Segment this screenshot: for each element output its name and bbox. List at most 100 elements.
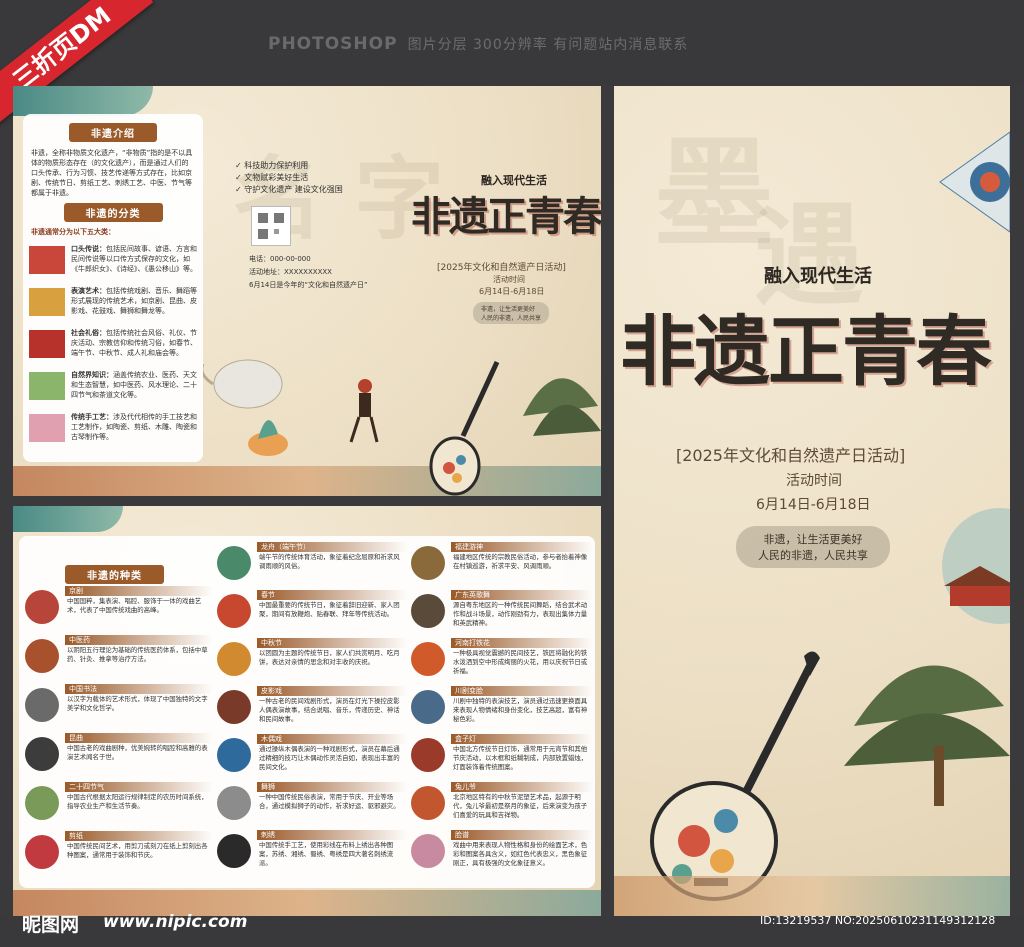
cover-time-label: 活动时间: [786, 473, 842, 489]
pine-tree-illustration: [844, 665, 1010, 806]
kind-text: 中国国粹，集表演、唱腔、服饰于一体的戏曲艺术，代表了中国传统戏曲的高峰。: [67, 597, 202, 614]
day-note: 6月14日是今年的“文化和自然遗产日”: [249, 281, 368, 289]
brochure-cover: 墨 遇 融入现代生活 非遗正青春 [2025年文化和自然遗产日活动] 活动时间 …: [614, 86, 1010, 916]
kind-text: 中国传统手工艺，使用彩线在布料上绣出各种图案，苏绣、湘绣、蜀绣、粤绣是四大著名刺…: [259, 841, 394, 867]
kind-thumbnail: [411, 594, 445, 628]
image-id: ID:13219537 NO:20250610231149312128: [760, 914, 996, 927]
brand-text: PHOTOSHOP: [268, 34, 398, 54]
kind-name: 川剧变脸: [451, 686, 593, 696]
motto-line-1: 非遗，让生活更美好: [763, 533, 863, 546]
kind-item: 剪纸 中国传统民间艺术，用剪刀或刻刀在纸上剪刻出各种图案，通常用于装饰和节庆。: [25, 831, 213, 880]
kind-name: 木偶戏: [257, 734, 407, 744]
kind-name: 皮影戏: [257, 686, 407, 696]
intro-heading: 非遗介绍: [69, 123, 157, 142]
site-logo: 昵图网: [22, 914, 80, 936]
kind-name: 河南打铁花: [451, 638, 593, 648]
category-name: 社会礼俗：: [71, 329, 106, 337]
brochure-panel-top: 名 字 非遗介绍 非遗，全称非物质文化遗产，“非物质”指的是不以具体的物质形态存…: [13, 86, 601, 496]
kind-text: 戏曲中用来表现人物性格和身份的绘面艺术，色彩和图案各具含义，如红色代表忠义，黑色…: [453, 841, 588, 867]
kind-text: 中国古老的戏曲剧种，优美婉转的唱腔和高雅的表演艺术闻名于世。: [67, 744, 208, 761]
kind-text: 以团圆为主题的传统节日，家人们共赏明月、吃月饼，表达对亲情的思念和对丰收的庆祝。: [259, 649, 400, 666]
kind-item: 二十四节气 中国古代根据太阳运行规律制定的农历时间系统，指导农业生产和生活节奏。: [25, 782, 213, 831]
kind-item: 春节 中国最重要的传统节日，象征着辞旧迎新、家人团聚，期间有放鞭炮、贴春联、拜年等…: [217, 590, 407, 638]
cover-title: 非遗正青春: [620, 307, 992, 396]
kinds-column-3: 福建游神 福建地区传统的宗教民俗活动，参与者抬着神像在村镇巡游，祈求平安、风调雨顺…: [411, 542, 593, 878]
motto-small: 非遗，让生活更美好 人民的非遗，人民共享: [473, 302, 550, 324]
category-heading: 非遗的分类: [63, 203, 163, 222]
kind-thumbnail: [25, 737, 59, 771]
cover-slogan: 融入现代生活: [764, 266, 872, 287]
kind-item: 广东英歌舞 源自粤东地区的一种传统民间舞蹈，结合武术动作和战斗场景，动作刚劲有力，…: [411, 590, 593, 638]
kind-name: 盒子灯: [451, 734, 593, 744]
kind-text: 福建地区传统的宗教民俗活动，参与者抬着神像在村镇巡游，祈求平安、风调雨顺。: [453, 553, 588, 570]
kind-item: 京剧 中国国粹，集表演、唱腔、服饰于一体的戏曲艺术，代表了中国传统戏曲的高峰。: [25, 586, 213, 635]
cover-motto: 非遗，让生活更美好 人民的非遗，人民共享: [736, 526, 890, 568]
kind-text: 一种古老的民间戏剧形式，演员在灯光下操控皮影人偶表演故事，结合说唱、音乐，传递历…: [259, 697, 400, 723]
category-name: 表演艺术：: [71, 287, 106, 295]
shadow-puppet-illustration: [349, 379, 379, 443]
category-item: 自然界知识：涵盖传统农业、医药、天文和生态智慧，如中医药、风水理论、二十四节气和…: [29, 370, 199, 412]
kind-name: 春节: [257, 590, 407, 600]
category-thumbnail: [29, 246, 65, 274]
category-list: 口头传说：包括民间故事、谚语、方言和民间传说等以口传方式保存的文化，如《牛郎织女…: [29, 244, 199, 454]
kind-name: 龙舟（端午节）: [257, 542, 407, 552]
kind-text: 中国古代根据太阳运行规律制定的农历时间系统，指导农业生产和生活节奏。: [67, 793, 208, 810]
kind-name: 昆曲: [65, 733, 213, 743]
category-name: 口头传说：: [71, 245, 106, 253]
kinds-column-1: 京剧 中国国粹，集表演、唱腔、服饰于一体的戏曲艺术，代表了中国传统戏曲的高峰。 中医…: [25, 586, 213, 880]
kind-text: 中国北方传统节日灯饰，通常用于元宵节和其他节庆活动，以木框和纸糊制成，内部放置蜡…: [453, 745, 588, 771]
time-label-small: 活动时间: [493, 275, 525, 284]
category-item: 传统手工艺：涉及代代相传的手工技艺和工艺制作，如陶瓷、剪纸、木雕、陶瓷和古琴制作…: [29, 412, 199, 454]
header-note: PHOTOSHOP 图片分层 300分辨率 有问题站内消息联系: [268, 34, 688, 54]
kind-item: 中秋节 以团圆为主题的传统节日，家人们共赏明月、吃月饼，表达对亲情的思念和对丰收的…: [217, 638, 407, 686]
brochure-panel-bottom: 非遗的种类 京剧 中国国粹，集表演、唱腔、服饰于一体的戏曲艺术，代表了中国传统戏曲…: [13, 506, 601, 916]
kind-item: 中医药 以阴阳五行理论为基础的传统医药体系，包括中草药、针灸、推拿等治疗方法。: [25, 635, 213, 684]
kind-text: 通过操纵木偶表演的一种戏剧形式，演员在幕后通过精细的技巧让木偶动作灵活自如，表现…: [259, 745, 400, 771]
category-thumbnail: [29, 330, 65, 358]
kind-name: 中秋节: [257, 638, 407, 648]
kind-thumbnail: [217, 642, 251, 676]
teapot-illustration: [203, 359, 288, 456]
kind-item: 河南打铁花 一种极具视觉震撼的民间技艺，铁匠将融化的铁水泼洒到空中形成绚丽的火花，…: [411, 638, 593, 686]
kind-text: 中国最重要的传统节日，象征着辞旧迎新、家人团聚，期间有放鞭炮、贴春联、拜年等传统…: [259, 601, 400, 618]
kind-item: 昆曲 中国古老的戏曲剧种，优美婉转的唱腔和高雅的表演艺术闻名于世。: [25, 733, 213, 782]
check-item: ✓ 守护文化遗产 建设文化强国: [235, 185, 343, 194]
teal-wave-top: [13, 506, 123, 532]
kind-thumbnail: [217, 738, 251, 772]
kind-thumbnail: [25, 835, 59, 869]
kind-name: 脸谱: [451, 830, 593, 840]
wave-border: [13, 466, 601, 496]
category-item: 口头传说：包括民间故事、谚语、方言和民间传说等以口传方式保存的文化，如《牛郎织女…: [29, 244, 199, 286]
dates-small: 6月14日-6月18日: [479, 287, 545, 296]
kind-name: 广东英歌舞: [451, 590, 593, 600]
kind-item: 龙舟（端午节） 端午节的传统体育活动，象征着纪念屈原和祈求风调雨顺的风俗。: [217, 542, 407, 590]
category-item: 表演艺术：包括传统戏剧、音乐、舞蹈等形式展现的传统艺术，如京剧、昆曲、皮影戏、花…: [29, 286, 199, 328]
kind-thumbnail: [25, 639, 59, 673]
kind-thumbnail: [411, 642, 445, 676]
kind-thumbnail: [411, 834, 445, 868]
kind-thumbnail: [25, 786, 59, 820]
phone-text: 电话：000-00-000: [249, 255, 311, 263]
cover-dates: 6月14日-6月18日: [756, 497, 871, 513]
category-thumbnail: [29, 414, 65, 442]
category-name: 自然界知识：: [71, 371, 113, 379]
check-item: ✓ 文物赋彩美好生活: [235, 173, 309, 182]
category-sub: 非遗通常分为以下五大类：: [31, 228, 115, 236]
category-item: 社会礼俗：包括传统社会风俗、礼仪、节庆活动、宗教信仰和传统习俗，如春节、端午节、…: [29, 328, 199, 370]
kind-name: 刺绣: [257, 830, 407, 840]
category-name: 传统手工艺：: [71, 413, 113, 421]
kind-item: 川剧变脸 川剧中独特的表演技艺，演员通过迅速更换面具来表现人物情绪和身份变化，技艺…: [411, 686, 593, 734]
kind-item: 兔儿爷 北京地区特有的中秋节泥塑艺术品，起源于明代，兔儿爷最初是祭月的象征，后来演…: [411, 782, 593, 830]
category-thumbnail: [29, 288, 65, 316]
kind-thumbnail: [217, 594, 251, 628]
fan-illustration: [939, 131, 1010, 233]
kind-name: 剪纸: [65, 831, 213, 841]
check-item: ✓ 科技助力保护利用: [235, 161, 309, 170]
address-text: 活动地址：XXXXXXXXXX: [249, 268, 332, 276]
kind-name: 兔儿爷: [451, 782, 593, 792]
kind-text: 川剧中独特的表演技艺，演员通过迅速更换面具来表现人物情绪和身份变化，技艺高超，富…: [453, 697, 588, 723]
kind-text: 中国传统民间艺术，用剪刀或刻刀在纸上剪刻出各种图案，通常用于装饰和节庆。: [67, 842, 208, 859]
kind-thumbnail: [25, 688, 59, 722]
kind-thumbnail: [217, 690, 251, 724]
pine-illustration: [523, 378, 601, 436]
